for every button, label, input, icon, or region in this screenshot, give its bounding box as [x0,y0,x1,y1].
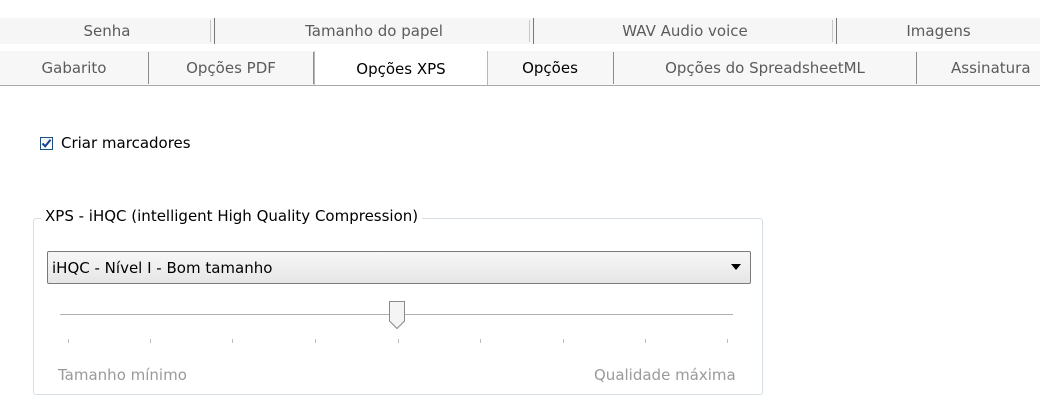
tab-row-front: Gabarito Opções PDF Opções XPS Opções Op… [0,51,1040,86]
tab-opcoes[interactable]: Opções [487,52,614,84]
slider-tick [68,339,69,343]
ihqc-group-title: XPS - iHQC (intelligent High Quality Com… [41,207,423,225]
tab-label: Assinatura [951,59,1031,77]
tab-label: Gabarito [41,59,107,77]
tab-label: Opções [522,59,578,77]
tab-row-back: Senha Tamanho do papel WAV Audio voice I… [0,18,1040,44]
ihqc-level-dropdown[interactable]: iHQC - Nível I - Bom tamanho [47,251,751,284]
slider-tick [315,339,316,343]
check-mark-icon [41,138,52,148]
quality-slider-thumb[interactable] [388,300,406,330]
slider-tick [150,339,151,343]
create-bookmarks-label: Criar marcadores [61,134,191,152]
slider-max-label: Qualidade máxima [594,366,736,384]
tab-assinatura[interactable]: Assinatura [917,52,1040,84]
slider-tick [480,339,481,343]
tab-label: WAV Audio voice [622,22,748,40]
create-bookmarks-option[interactable]: Criar marcadores [40,134,191,152]
create-bookmarks-checkbox[interactable] [40,136,53,150]
tab-label: Imagens [906,22,971,40]
slider-tick [645,339,646,343]
ihqc-level-selected: iHQC - Nível I - Bom tamanho [52,258,273,277]
slider-tick [232,339,233,343]
tab-label: Opções do SpreadsheetML [665,59,865,77]
tab-gabarito[interactable]: Gabarito [0,52,149,84]
tab-imagens[interactable]: Imagens [837,18,1040,44]
tab-wav-audio-voice[interactable]: WAV Audio voice [534,18,837,44]
tab-senha[interactable]: Senha [0,18,215,44]
tab-opcoes-pdf[interactable]: Opções PDF [149,52,314,84]
tab-label: Tamanho do papel [305,22,443,40]
slider-tick [727,339,728,343]
tab-opcoes-do-spreadsheetml[interactable]: Opções do SpreadsheetML [614,52,917,84]
tab-label: Opções XPS [356,59,446,78]
slider-tick [563,339,564,343]
slider-min-label: Tamanho mínimo [58,366,187,384]
tab-label: Opções PDF [186,59,276,77]
chevron-down-icon [731,264,741,270]
tab-tamanho-do-papel[interactable]: Tamanho do papel [215,18,534,44]
slider-tick [398,339,399,343]
tab-label: Senha [83,22,131,40]
tab-opcoes-xps[interactable]: Opções XPS [314,51,488,85]
